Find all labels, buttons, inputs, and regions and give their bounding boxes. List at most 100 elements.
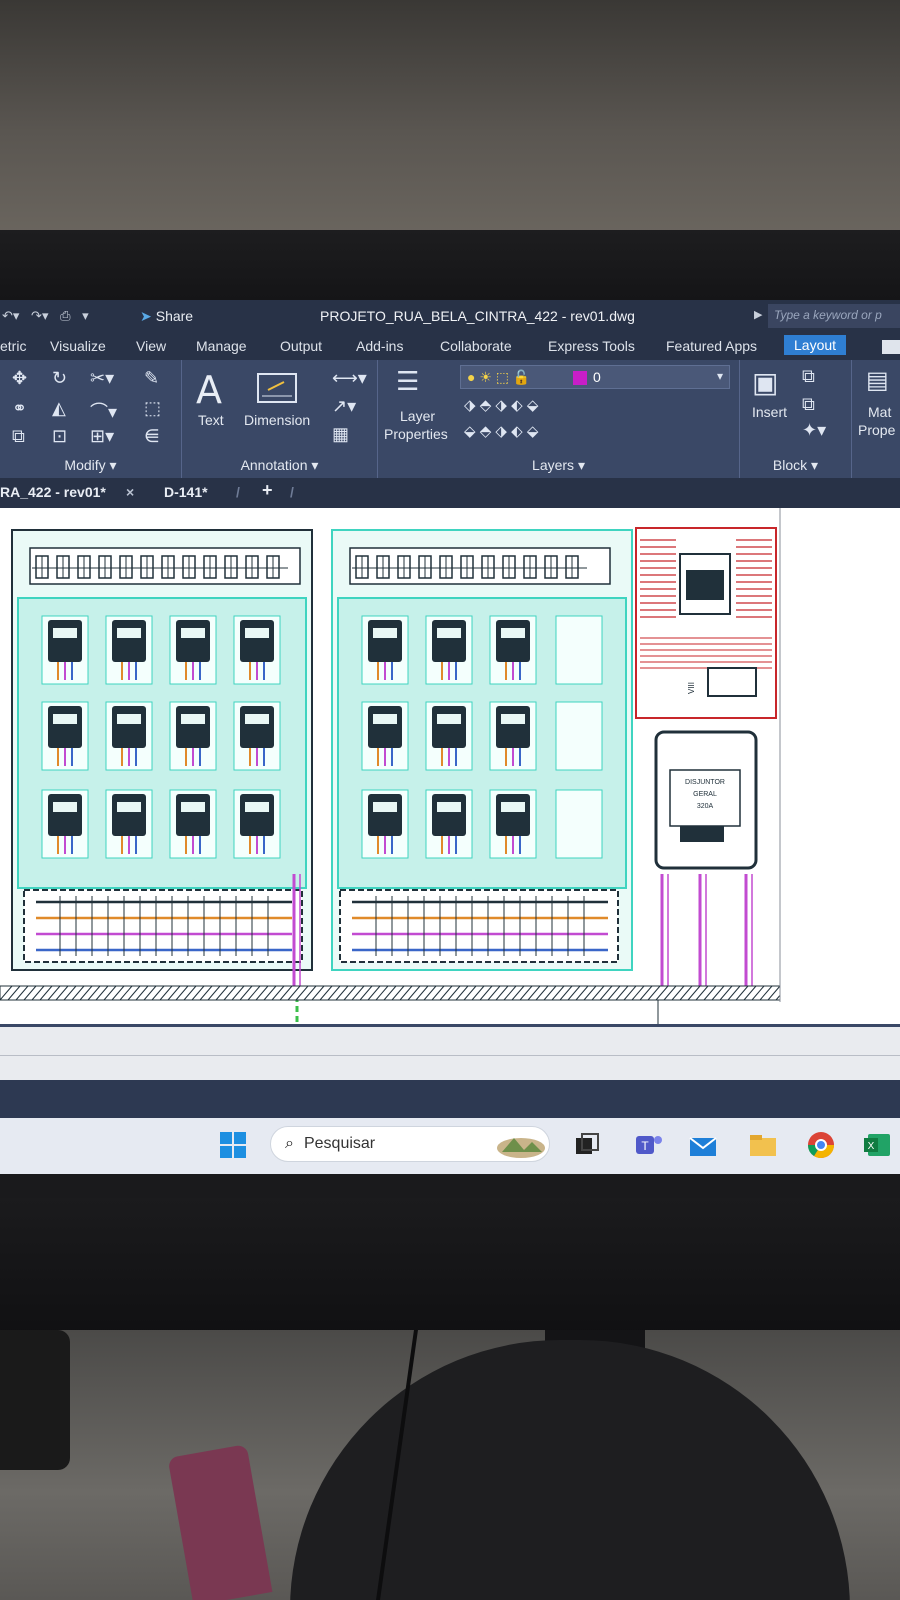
background-wall (0, 0, 900, 240)
linear-dim-icon[interactable]: ⟷▾ (332, 368, 367, 389)
ribbon: ✥ ↻ ✂▾ ✎ ⚭ ◭ ⌒▾ ⬚ ⧉ ⊡ ⊞▾ ⋹ Modify ▾ A Te… (0, 360, 900, 478)
edit-block-icon[interactable]: ⧉ (802, 394, 815, 415)
leader-icon[interactable]: ↗▾ (332, 396, 356, 417)
energy-meter (176, 794, 210, 836)
empty-meter-cell (555, 789, 603, 859)
command-line[interactable] (0, 1080, 900, 1120)
blank-paper-area (780, 508, 900, 1028)
tab-collaborate[interactable]: Collaborate (440, 338, 512, 354)
dimension-tool-label[interactable]: Dimension (244, 412, 310, 428)
modify-panel-title[interactable]: Modify ▾ (0, 457, 181, 474)
fillet-icon[interactable]: ⌒▾ (90, 398, 117, 424)
share-button[interactable]: ➤ Share (140, 308, 193, 325)
quick-access-toolbar: ↶▾ ↷▾ ⎙ ▾ (2, 308, 97, 324)
match-label[interactable]: Mat (868, 404, 891, 420)
move-icon[interactable]: ✥ (12, 368, 27, 389)
widgets-icon[interactable] (494, 1130, 548, 1160)
tab-parametric[interactable]: etric (0, 338, 26, 354)
energy-meter (496, 620, 530, 662)
energy-meter (112, 620, 146, 662)
layer-properties-icon[interactable]: ☰ (396, 366, 419, 397)
search-input[interactable]: Type a keyword or p (768, 304, 900, 328)
layer-dropdown[interactable]: ● ☀ ⬚ 🔓 0 ▾ (460, 365, 730, 389)
windows-start-icon[interactable] (218, 1130, 248, 1160)
dimension-icon[interactable] (254, 370, 300, 406)
table-icon[interactable]: ▦ (332, 424, 349, 445)
chrome-icon[interactable] (806, 1130, 836, 1160)
rotate-icon[interactable]: ↻ (52, 368, 67, 389)
stretch-icon[interactable]: ⧉ (12, 426, 25, 447)
erase-icon[interactable]: ✎ (144, 368, 159, 389)
task-view-icon[interactable] (572, 1130, 602, 1160)
mirror-icon[interactable]: ◭ (52, 398, 66, 419)
insert-block-icon[interactable]: ▣ (752, 366, 778, 399)
layers-panel: ☰ Layer Properties ● ☀ ⬚ 🔓 0 ▾ ⬗ ⬘ ⬗ ⬖ ⬙… (378, 360, 740, 478)
tab-express-tools[interactable]: Express Tools (548, 338, 635, 354)
meter-display (373, 714, 397, 724)
tab-output[interactable]: Output (280, 338, 322, 354)
layer-tools-row1-icon[interactable]: ⬗ ⬘ ⬗ ⬖ ⬙ (464, 396, 538, 414)
energy-meter (432, 706, 466, 748)
meter-display (181, 714, 205, 724)
breaker-label-1: DISJUNTOR (685, 779, 725, 786)
vertical-label: VIII (687, 682, 696, 694)
tab-view[interactable]: View (136, 338, 166, 354)
energy-meter (240, 620, 274, 662)
layer-tools-row2-icon[interactable]: ⬙ ⬘ ⬗ ⬖ ⬙ (464, 422, 538, 440)
tab-visualize[interactable]: Visualize (50, 338, 106, 354)
monitor-bezel-bottom (0, 1198, 900, 1338)
modify-panel: ✥ ↻ ✂▾ ✎ ⚭ ◭ ⌒▾ ⬚ ⧉ ⊡ ⊞▾ ⋹ Modify ▾ (0, 360, 182, 478)
energy-meter (176, 620, 210, 662)
block-attribute-icon[interactable]: ✦▾ (802, 420, 826, 441)
properties-label[interactable]: Prope (858, 422, 895, 438)
explode-icon[interactable]: ⬚ (144, 398, 161, 419)
offset-icon[interactable]: ⋹ (144, 426, 160, 447)
insert-label[interactable]: Insert (752, 404, 787, 420)
array-icon[interactable]: ⊞▾ (90, 426, 114, 447)
energy-meter (48, 706, 82, 748)
text-tool-label[interactable]: Text (198, 412, 224, 428)
meter-display (117, 802, 141, 812)
text-tool-icon[interactable]: A (196, 368, 222, 412)
block-panel-title[interactable]: Block ▾ (740, 457, 851, 474)
drawing-canvas[interactable]: VIII DISJUNTOR GERAL 320A (0, 508, 900, 1028)
layer-properties-label-1[interactable]: Layer (400, 408, 435, 424)
plot-icon[interactable]: ⎙ (60, 308, 70, 323)
teams-icon[interactable]: T (634, 1130, 664, 1160)
breaker-label-2: GERAL (693, 791, 717, 798)
meter-display (117, 628, 141, 638)
tab-separator-2: / (290, 484, 294, 500)
annotation-panel-title[interactable]: Annotation ▾ (182, 457, 377, 474)
meter-display (437, 802, 461, 812)
customize-qat-icon[interactable]: ▾ (82, 308, 89, 323)
layer-properties-label-2[interactable]: Properties (384, 426, 448, 442)
search-arrow-icon[interactable]: ▶ (754, 308, 762, 321)
search-icon: ⌕ (285, 1135, 294, 1152)
copy-icon[interactable]: ⚭ (12, 398, 27, 419)
doc-tab-rev01[interactable]: RA_422 - rev01* (0, 484, 106, 500)
scale-icon[interactable]: ⊡ (52, 426, 67, 447)
monitor-bezel-top (0, 230, 900, 308)
doc-tab-d141[interactable]: D-141* (164, 484, 208, 500)
ribbon-minimize-icon[interactable] (882, 340, 900, 354)
tab-add-ins[interactable]: Add-ins (356, 338, 403, 354)
new-tab-button[interactable]: + (262, 480, 273, 501)
svg-text:X: X (868, 1141, 875, 1152)
tab-layout[interactable]: Layout (784, 335, 847, 355)
mail-icon[interactable] (688, 1130, 718, 1160)
middle-breaker-row (352, 555, 587, 579)
excel-icon[interactable]: X (862, 1130, 892, 1160)
layers-panel-title[interactable]: Layers ▾ (378, 457, 739, 474)
redo-icon[interactable]: ↷▾ (31, 308, 48, 323)
file-explorer-icon[interactable] (748, 1130, 778, 1160)
window-title: PROJETO_RUA_BELA_CINTRA_422 - rev01.dwg (320, 308, 635, 324)
close-icon[interactable]: × (126, 484, 134, 500)
tab-featured-apps[interactable]: Featured Apps (666, 338, 757, 354)
match-properties-icon[interactable]: ▤ (866, 366, 889, 395)
undo-icon[interactable]: ↶▾ (2, 308, 19, 323)
tab-manage[interactable]: Manage (196, 338, 247, 354)
create-block-icon[interactable]: ⧉ (802, 366, 815, 387)
trim-icon[interactable]: ✂▾ (90, 368, 114, 389)
breaker-rating: 320A (697, 803, 714, 810)
switch-block (707, 667, 757, 697)
